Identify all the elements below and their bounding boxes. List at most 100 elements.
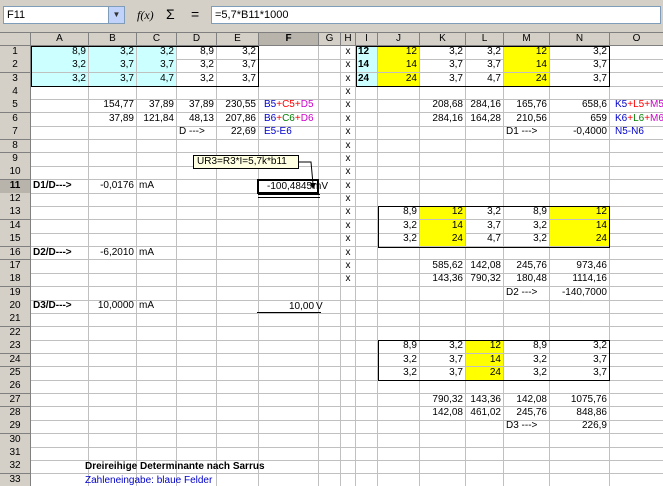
- cell-l11[interactable]: [466, 179, 504, 194]
- cell-n28[interactable]: 848,86: [550, 406, 610, 421]
- cell-b23[interactable]: [89, 340, 137, 354]
- cell-n7[interactable]: -0,4000: [550, 126, 610, 141]
- cell-m27[interactable]: 142,08: [504, 393, 550, 408]
- cell-e33[interactable]: [217, 473, 259, 486]
- cell-g23[interactable]: [319, 340, 341, 354]
- cell-o31[interactable]: [610, 447, 663, 461]
- cell-f31[interactable]: [259, 447, 319, 461]
- cell-d5[interactable]: 37,89: [177, 99, 217, 114]
- cell-b29[interactable]: [89, 420, 137, 435]
- cell-b16[interactable]: -6,2010: [89, 246, 137, 261]
- cell-k5[interactable]: 208,68: [420, 99, 466, 114]
- cell-a22[interactable]: [31, 326, 89, 341]
- column-header-n[interactable]: N: [550, 33, 610, 46]
- sum-icon[interactable]: Σ: [166, 6, 175, 22]
- cell-c31[interactable]: [137, 447, 177, 461]
- spreadsheet-grid[interactable]: ABCDEFGHIJKLMNO 1 2 3 4 5 6 7 8 9 10 11 12 13 14 15 16 1…: [0, 33, 663, 486]
- cell-f16[interactable]: [259, 246, 319, 261]
- cell-h4[interactable]: x: [341, 86, 356, 100]
- cell-n16[interactable]: [550, 246, 610, 261]
- cell-m5[interactable]: 165,76: [504, 99, 550, 114]
- cell-i6[interactable]: [356, 112, 378, 127]
- cell-n30[interactable]: [550, 433, 610, 448]
- cell-a30[interactable]: [31, 433, 89, 448]
- cell-f8[interactable]: [259, 139, 319, 154]
- cell-f18[interactable]: [259, 273, 319, 288]
- row-header-22[interactable]: 22: [0, 326, 31, 341]
- cell-m10[interactable]: [504, 166, 550, 181]
- cell-n6[interactable]: 659: [550, 112, 610, 127]
- cell-n32[interactable]: [550, 460, 610, 475]
- cell-b9[interactable]: [89, 152, 137, 167]
- name-box[interactable]: F11 ▼: [3, 6, 125, 24]
- cell-l9[interactable]: [466, 152, 504, 167]
- cell-a7[interactable]: [31, 126, 89, 141]
- cell-g4[interactable]: [319, 86, 341, 100]
- cell-i13[interactable]: [356, 206, 378, 221]
- cell-c26[interactable]: [137, 380, 177, 395]
- cell-h30[interactable]: [341, 433, 356, 448]
- cell-j6[interactable]: [378, 112, 420, 127]
- cell-a5[interactable]: [31, 99, 89, 114]
- cell-b4[interactable]: [89, 86, 137, 100]
- cell-d31[interactable]: [177, 447, 217, 461]
- cell-b24[interactable]: [89, 353, 137, 368]
- cell-b21[interactable]: [89, 313, 137, 328]
- cell-m8[interactable]: [504, 139, 550, 154]
- cell-f32[interactable]: [259, 460, 319, 475]
- cell-c4[interactable]: [137, 86, 177, 100]
- column-header-f[interactable]: F: [259, 33, 319, 46]
- cell-j31[interactable]: [378, 447, 420, 461]
- cell-e5[interactable]: 230,55: [217, 99, 259, 114]
- row-header-25[interactable]: 25: [0, 366, 31, 381]
- cell-h14[interactable]: x: [341, 219, 356, 234]
- cell-b22[interactable]: [89, 326, 137, 341]
- cell-m26[interactable]: [504, 380, 550, 395]
- cell-i17[interactable]: [356, 259, 378, 274]
- cell-b11[interactable]: -0,0176: [89, 179, 137, 194]
- cell-c5[interactable]: 37,89: [137, 99, 177, 114]
- cell-f13[interactable]: [259, 206, 319, 221]
- column-header-o[interactable]: O: [610, 33, 663, 46]
- cell-n26[interactable]: [550, 380, 610, 395]
- cell-e14[interactable]: [217, 219, 259, 234]
- row-header-11[interactable]: 11: [0, 179, 31, 194]
- cell-k8[interactable]: [420, 139, 466, 154]
- cell-g5[interactable]: [319, 99, 341, 114]
- cell-d28[interactable]: [177, 406, 217, 421]
- cell-d16[interactable]: [177, 246, 217, 261]
- cell-e22[interactable]: [217, 326, 259, 341]
- cell-l27[interactable]: 143,36: [466, 393, 504, 408]
- cell-h32[interactable]: [341, 460, 356, 475]
- cell-e4[interactable]: [217, 86, 259, 100]
- cell-l10[interactable]: [466, 166, 504, 181]
- cell-k33[interactable]: [420, 473, 466, 486]
- cell-f5[interactable]: B5+C5+D5: [259, 99, 319, 114]
- cell-o3[interactable]: [610, 73, 663, 87]
- row-header-30[interactable]: 30: [0, 433, 31, 448]
- cell-b18[interactable]: [89, 273, 137, 288]
- cell-f3[interactable]: [259, 72, 319, 87]
- cell-b26[interactable]: [89, 380, 137, 395]
- cell-e25[interactable]: [217, 366, 259, 381]
- cell-f19[interactable]: [259, 286, 319, 301]
- cell-a20[interactable]: D3/D--->: [31, 300, 89, 314]
- cell-o9[interactable]: [610, 153, 663, 167]
- cell-g19[interactable]: [319, 286, 341, 301]
- cell-c19[interactable]: [137, 286, 177, 301]
- cell-l33[interactable]: [466, 473, 504, 486]
- cell-a4[interactable]: [31, 86, 89, 100]
- cell-o12[interactable]: [610, 193, 663, 207]
- row-header-28[interactable]: 28: [0, 406, 31, 421]
- cell-o22[interactable]: [610, 327, 663, 341]
- cell-f1[interactable]: [259, 46, 319, 60]
- cell-i22[interactable]: [356, 326, 378, 341]
- cell-m9[interactable]: [504, 152, 550, 167]
- cell-d14[interactable]: [177, 219, 217, 234]
- cell-i14[interactable]: [356, 219, 378, 234]
- cell-j19[interactable]: [378, 286, 420, 301]
- cell-h25[interactable]: [341, 366, 356, 381]
- cell-c23[interactable]: [137, 340, 177, 354]
- cell-k30[interactable]: [420, 433, 466, 448]
- cell-g25[interactable]: [319, 366, 341, 381]
